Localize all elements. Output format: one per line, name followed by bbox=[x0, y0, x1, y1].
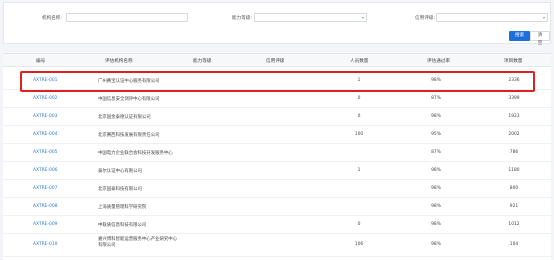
chevron-down-icon: ▾ bbox=[542, 15, 545, 20]
row-staff-count: 106 bbox=[354, 242, 364, 247]
row-project-count: 1923 bbox=[508, 114, 520, 119]
row-staff-count: 1 bbox=[357, 168, 361, 173]
row-project-count: 921 bbox=[509, 204, 519, 209]
table-row[interactable]: AXTRE-004 北京赛西科技发展有限责任公司 100 95% 2002 bbox=[3, 127, 551, 144]
row-staff-count: 100 bbox=[354, 132, 364, 137]
row-pass-rate: 95% bbox=[431, 132, 441, 137]
row-code-link[interactable]: AXTRE-002 bbox=[33, 96, 57, 101]
row-project-count: 1180 bbox=[508, 168, 520, 173]
row-project-count: 3399 bbox=[508, 96, 520, 101]
header-org-name: 评估机构名称 bbox=[105, 59, 133, 64]
org-name-label: 机构名称: bbox=[42, 16, 62, 21]
row-pass-rate: 87% bbox=[431, 96, 441, 101]
table-row[interactable]: AXTRE-005 中国电力企业联合会科技开发服务中心 87% 786 bbox=[3, 145, 551, 162]
row-org-name: 北京国泰科技有限公司 bbox=[98, 187, 142, 192]
row-pass-rate: 87% bbox=[431, 150, 441, 155]
filter-panel: 机构名称: 能力等级: ▾ 信用评级: ▾ 搜索 清空 bbox=[3, 2, 551, 46]
row-code-link[interactable]: AXTRE-003 bbox=[33, 114, 57, 119]
row-org-name: 泰尔认证中心有限公司 bbox=[98, 169, 142, 174]
credit-rating-label: 信用评级: bbox=[415, 16, 435, 21]
row-pass-rate: 98% bbox=[431, 168, 441, 173]
row-project-count: 800 bbox=[509, 186, 519, 191]
row-project-count: 104 bbox=[509, 242, 519, 247]
header-ability-level: 能力等级 bbox=[193, 59, 212, 64]
table-row[interactable]: AXTRE-003 北京国金泰德认证有限公司 0 98% 1923 bbox=[3, 109, 551, 126]
row-org-name: 北京赛西科技发展有限责任公司 bbox=[98, 133, 160, 138]
row-code-link[interactable]: AXTRE-010 bbox=[33, 242, 57, 247]
reset-button[interactable]: 清空 bbox=[530, 31, 550, 46]
row-pass-rate: 98% bbox=[431, 186, 441, 191]
row-org-name: 嘉兴博科智能运营服务中心产业研究中心有限公司 bbox=[98, 237, 178, 248]
table-row[interactable]: AXTRE-002 中国信息安全测评中心有限公司 0 87% 3399 bbox=[3, 91, 551, 108]
header-credit-rating: 信用评级 bbox=[266, 59, 285, 64]
row-pass-rate: 98% bbox=[431, 222, 441, 227]
table-row[interactable]: AXTRE-010 嘉兴博科智能运营服务中心产业研究中心有限公司 106 98%… bbox=[3, 235, 551, 257]
row-org-name: 中国信息安全测评中心有限公司 bbox=[98, 97, 160, 102]
row-code-link[interactable]: AXTRE-005 bbox=[33, 150, 57, 155]
row-project-count: 2002 bbox=[508, 132, 520, 137]
chevron-down-icon: ▾ bbox=[361, 15, 364, 20]
row-code-link[interactable]: AXTRE-007 bbox=[33, 186, 57, 191]
table-row[interactable]: AXTRE-009 中联质信息科技有限公司 0 98% 1012 bbox=[3, 217, 551, 234]
row-code-link[interactable]: AXTRE-006 bbox=[33, 168, 57, 173]
credit-rating-select[interactable]: ▾ bbox=[436, 13, 548, 22]
row-project-count: 1012 bbox=[508, 222, 520, 227]
row-org-name: 北京国金泰德认证有限公司 bbox=[98, 115, 151, 120]
row-pass-rate: 98% bbox=[431, 242, 441, 247]
row-org-name: 中联质信息科技有限公司 bbox=[98, 223, 147, 228]
row-code-link[interactable]: AXTRE-009 bbox=[33, 222, 57, 227]
row-staff-count: 0 bbox=[357, 222, 361, 227]
row-project-count: 786 bbox=[509, 150, 519, 155]
row-org-name: 中国电力企业联合会科技开发服务中心 bbox=[98, 151, 173, 156]
table-row[interactable]: AXTRE-007 北京国泰科技有限公司 98% 800 bbox=[3, 181, 551, 198]
row-org-name: 上海质量管理科学研究院 bbox=[98, 205, 147, 210]
table-header: 编号 评估机构名称 能力等级 信用评级 人员数量 评估通过率 项目数量 bbox=[3, 54, 551, 67]
search-button[interactable]: 搜索 bbox=[509, 31, 531, 41]
header-staff-count: 人员数量 bbox=[350, 59, 369, 64]
row-code-link[interactable]: AXTRE-004 bbox=[33, 132, 57, 137]
highlight-box bbox=[20, 71, 535, 92]
ability-level-select[interactable]: ▾ bbox=[254, 13, 367, 22]
header-pass-rate: 评估通过率 bbox=[427, 59, 450, 64]
org-name-input[interactable] bbox=[66, 13, 188, 22]
ability-level-label: 能力等级: bbox=[232, 16, 252, 21]
table-row[interactable]: AXTRE-006 泰尔认证中心有限公司 1 98% 1180 bbox=[3, 163, 551, 180]
header-project-count: 项目数量 bbox=[504, 59, 523, 64]
table-row[interactable]: AXTRE-008 上海质量管理科学研究院 98% 921 bbox=[3, 199, 551, 216]
row-pass-rate: 98% bbox=[431, 204, 441, 209]
row-staff-count: 0 bbox=[357, 114, 361, 119]
header-code: 编号 bbox=[36, 59, 46, 64]
row-code-link[interactable]: AXTRE-008 bbox=[33, 204, 57, 209]
row-pass-rate: 98% bbox=[431, 114, 441, 119]
row-staff-count: 0 bbox=[357, 96, 361, 101]
